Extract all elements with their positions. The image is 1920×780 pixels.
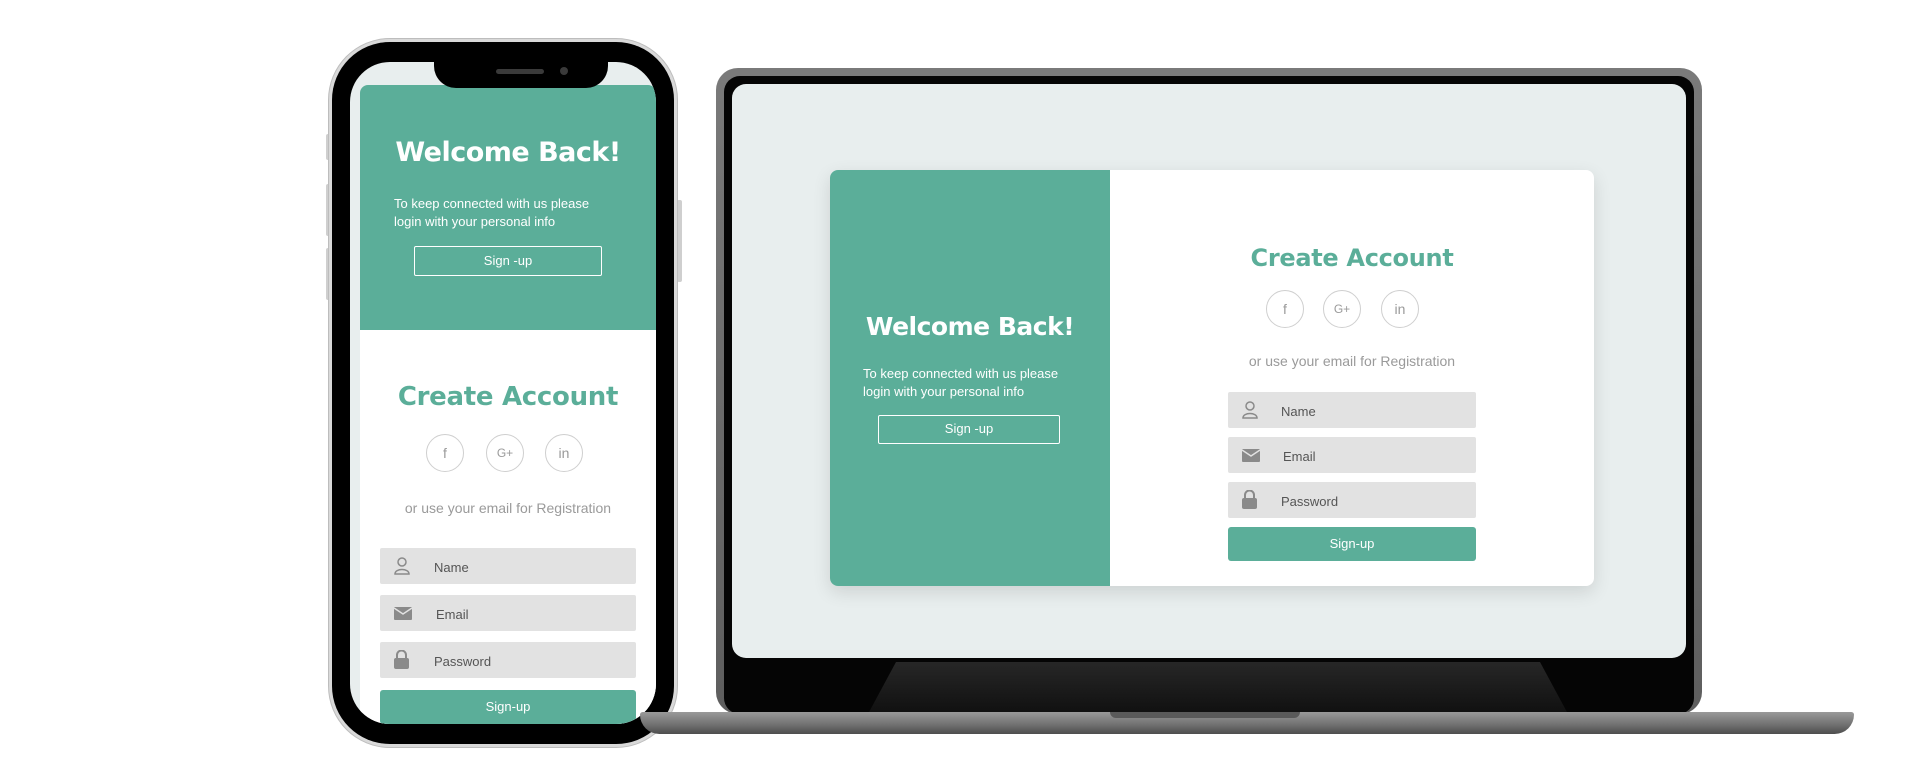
phone-side-button	[326, 184, 331, 236]
name-field[interactable]	[380, 548, 636, 586]
welcome-subtitle-line: To keep connected with us please	[394, 196, 590, 211]
password-input[interactable]	[1279, 482, 1463, 520]
laptop-keyboard	[868, 662, 1568, 714]
lock-icon	[1242, 490, 1257, 509]
auth-card: Welcome Back! To keep connected with us …	[830, 170, 1594, 586]
linkedin-icon[interactable]: in	[545, 434, 583, 472]
password-input[interactable]	[432, 642, 616, 680]
speaker-icon	[496, 69, 544, 74]
create-account-panel: Create Account f G+ in or use your email…	[1110, 170, 1594, 586]
laptop-base-notch	[1110, 712, 1300, 718]
signup-submit-button[interactable]: Sign-up	[1228, 527, 1476, 561]
google-plus-icon[interactable]: G+	[1323, 290, 1361, 328]
welcome-subtitle-line: login with your personal info	[863, 384, 1025, 399]
user-icon	[1242, 401, 1258, 419]
email-field[interactable]	[1228, 437, 1476, 475]
facebook-icon[interactable]: f	[426, 434, 464, 472]
welcome-signup-button[interactable]: Sign -up	[878, 415, 1060, 444]
password-field[interactable]	[380, 642, 636, 680]
welcome-title: Welcome Back!	[865, 312, 1075, 341]
phone-screen: Welcome Back! To keep connected with us …	[350, 62, 656, 724]
envelope-icon	[394, 607, 412, 620]
linkedin-icon[interactable]: in	[1381, 290, 1419, 328]
lock-icon	[394, 650, 409, 669]
welcome-subtitle: To keep connected with us please login w…	[394, 195, 634, 231]
welcome-subtitle-line: To keep connected with us please	[863, 366, 1059, 381]
phone-side-button	[677, 200, 682, 282]
password-field[interactable]	[1228, 482, 1476, 520]
welcome-subtitle-line: login with your personal info	[394, 214, 556, 229]
email-input[interactable]	[1281, 437, 1465, 475]
google-plus-icon[interactable]: G+	[486, 434, 524, 472]
email-field[interactable]	[380, 595, 636, 633]
welcome-signup-button[interactable]: Sign -up	[414, 246, 602, 276]
name-input[interactable]	[1279, 392, 1463, 430]
create-account-panel: Create Account f G+ in or use your email…	[360, 330, 656, 724]
phone-notch	[434, 62, 608, 88]
create-account-title: Create Account	[397, 382, 619, 412]
signup-submit-button[interactable]: Sign-up	[380, 690, 636, 724]
phone-device: Welcome Back! To keep connected with us …	[332, 42, 674, 744]
facebook-icon[interactable]: f	[1266, 290, 1304, 328]
create-account-title: Create Account	[1250, 244, 1454, 272]
welcome-title: Welcome Back!	[395, 137, 621, 168]
name-field[interactable]	[1228, 392, 1476, 430]
registration-hint: or use your email for Registration	[404, 500, 612, 516]
email-input[interactable]	[434, 595, 618, 633]
envelope-icon	[1242, 449, 1260, 462]
welcome-subtitle: To keep connected with us please login w…	[863, 365, 1103, 401]
phone-side-button	[326, 248, 331, 300]
registration-hint: or use your email for Registration	[1248, 353, 1456, 369]
welcome-panel: Welcome Back! To keep connected with us …	[830, 170, 1110, 586]
name-input[interactable]	[432, 548, 616, 586]
camera-icon	[560, 67, 568, 75]
user-icon	[394, 557, 410, 575]
phone-side-button	[326, 134, 331, 160]
welcome-panel: Welcome Back! To keep connected with us …	[360, 85, 656, 330]
